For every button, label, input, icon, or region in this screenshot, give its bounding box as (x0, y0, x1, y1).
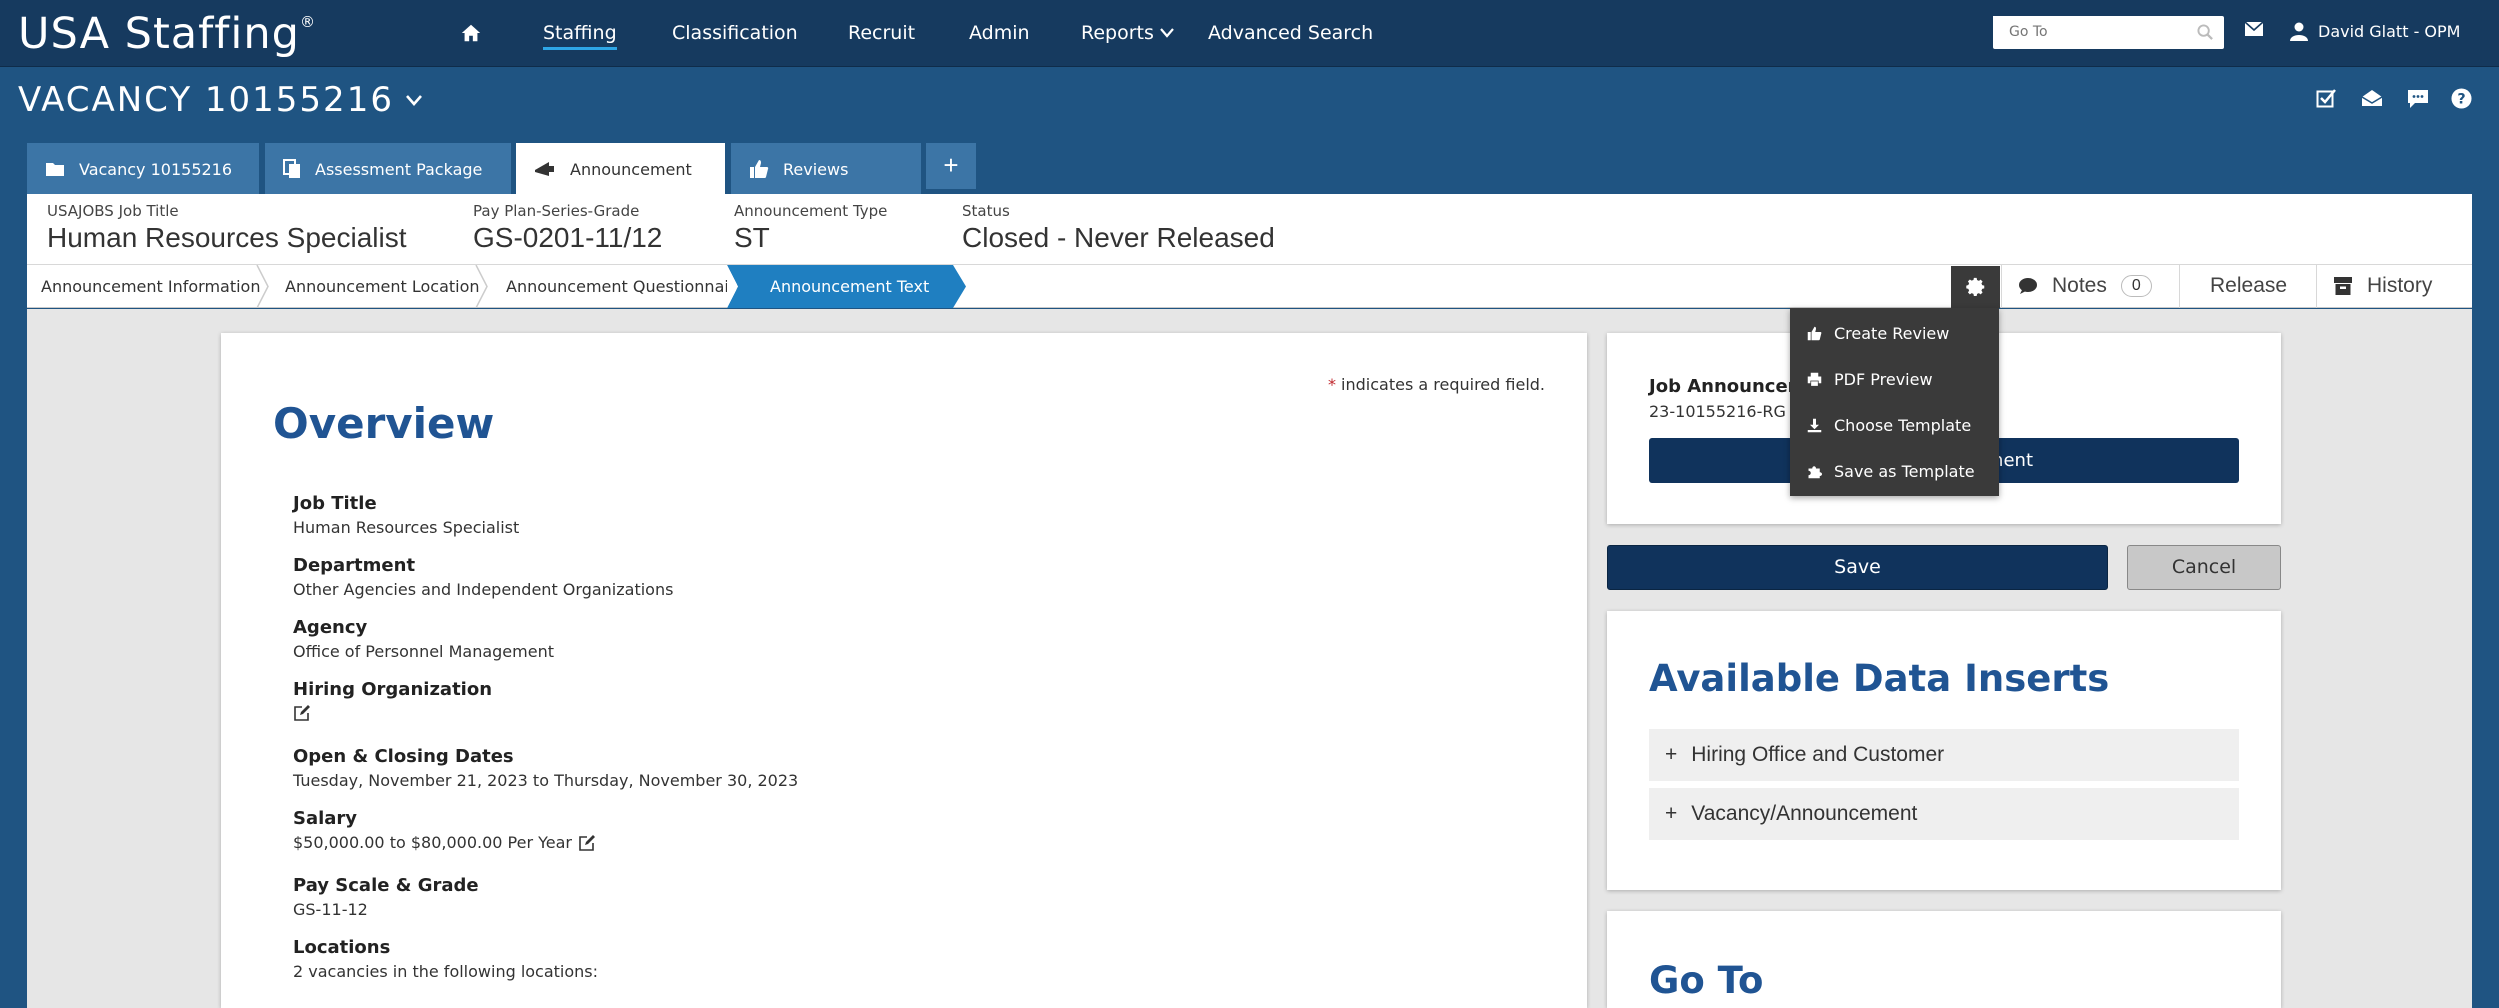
download-icon (1807, 418, 1822, 433)
home-icon[interactable] (460, 22, 482, 44)
comment-icon (2018, 277, 2038, 295)
announcement-type-field: Announcement Type ST (734, 202, 888, 253)
overview-title: Overview (273, 399, 495, 448)
required-note: * indicates a required field. (1327, 375, 1545, 394)
field-job-title: Job Title Human Resources Specialist (293, 493, 520, 537)
chat-icon[interactable] (2407, 89, 2429, 109)
history-button[interactable]: History (2316, 264, 2472, 308)
field-pay-scale-grade: Pay Scale & Grade GS-11-12 (293, 875, 479, 919)
nav-advanced-search[interactable]: Advanced Search (1208, 22, 1373, 44)
top-nav: USA Staffing® Staffing Classification Re… (0, 0, 2499, 67)
chevron-right-icon (475, 265, 488, 308)
user-name: David Glatt - OPM (2318, 22, 2461, 41)
gear-icon (1965, 276, 1987, 298)
tab-assessment-package[interactable]: Assessment Package (265, 143, 511, 195)
goto-input[interactable] (1993, 16, 2183, 47)
tab-vacancy[interactable]: Vacancy 10155216 (27, 143, 259, 195)
overview-card: * indicates a required field. Overview J… (221, 333, 1587, 1008)
menu-choose-template[interactable]: Choose Template (1807, 413, 1971, 437)
data-insert-vacancy[interactable]: + Vacancy/Announcement (1649, 788, 2239, 840)
nav-reports[interactable]: Reports (1081, 22, 1154, 44)
breadcrumb-announcement-text[interactable]: Announcement Text (740, 265, 953, 308)
user-icon (2290, 22, 2308, 41)
edit-icon[interactable] (578, 834, 596, 852)
documents-icon (283, 159, 301, 179)
notes-button[interactable]: Notes 0 (2001, 264, 2179, 308)
mail-icon[interactable] (2244, 21, 2264, 37)
chevron-right-icon (953, 265, 966, 308)
notes-count-badge: 0 (2120, 275, 2152, 297)
field-agency: Agency Office of Personnel Management (293, 617, 554, 661)
goto-search[interactable] (1993, 16, 2224, 49)
settings-button[interactable] (1951, 266, 2000, 308)
job-announcement-number: 23-10155216-RG (1649, 402, 1786, 421)
chevron-down-icon[interactable] (1160, 28, 1174, 38)
data-insert-hiring-office[interactable]: + Hiring Office and Customer (1649, 729, 2239, 781)
nav-staffing[interactable]: Staffing (543, 22, 617, 50)
goto-card: Go To (1607, 911, 2281, 1008)
data-inserts-title: Available Data Inserts (1649, 657, 2110, 700)
field-department: Department Other Agencies and Independen… (293, 555, 674, 599)
nav-classification[interactable]: Classification (672, 22, 798, 44)
chevron-right-icon (727, 265, 741, 308)
add-tab-button[interactable]: + (926, 143, 976, 189)
save-button[interactable]: Save (1607, 545, 2108, 590)
svg-text:?: ? (2457, 91, 2465, 107)
field-locations: Locations 2 vacancies in the following l… (293, 937, 599, 981)
search-icon[interactable] (2197, 24, 2214, 41)
plus-icon: + (1665, 743, 1678, 766)
menu-save-as-template[interactable]: Save as Template (1807, 459, 1975, 483)
puzzle-icon (1807, 464, 1822, 479)
nav-recruit[interactable]: Recruit (848, 22, 915, 44)
data-inserts-card: Available Data Inserts + Hiring Office an… (1607, 611, 2281, 890)
tab-announcement[interactable]: Announcement (516, 143, 725, 195)
folder-icon (45, 161, 65, 177)
plus-icon: + (1665, 802, 1678, 825)
status-field: Status Closed - Never Released (962, 202, 1275, 253)
tab-reviews[interactable]: Reviews (731, 143, 921, 195)
breadcrumb-announcement-location[interactable]: Announcement Location (285, 265, 480, 308)
grade-field: Pay Plan-Series-Grade GS-0201-11/12 (473, 202, 663, 253)
field-hiring-organization: Hiring Organization (293, 679, 492, 722)
field-salary: Salary $50,000.00 to $80,000.00 Per Year (293, 808, 596, 852)
vacancy-info: USAJOBS Job Title Human Resources Specia… (27, 194, 2472, 264)
job-announcement-label: Job Announcem (1649, 376, 1807, 397)
settings-menu: Create Review PDF Preview Choose Templat… (1790, 308, 1999, 496)
help-icon[interactable]: ? (2451, 88, 2472, 109)
inbox-icon[interactable] (2361, 89, 2383, 107)
checkbox-icon[interactable] (2316, 88, 2336, 108)
job-title-field: USAJOBS Job Title Human Resources Specia… (47, 202, 407, 253)
thumbs-up-icon (749, 159, 769, 179)
usa-staffing-logo[interactable]: USA Staffing® (18, 9, 316, 59)
release-button[interactable]: Release (2179, 264, 2316, 308)
nav-admin[interactable]: Admin (969, 22, 1030, 44)
cancel-button[interactable]: Cancel (2127, 545, 2281, 590)
thumbs-up-icon (1807, 326, 1822, 341)
goto-title: Go To (1649, 959, 1764, 1002)
vacancy-title[interactable]: VACANCY 10155216 (18, 80, 422, 120)
archive-icon (2333, 276, 2353, 296)
breadcrumb-announcement-questionnaire[interactable]: Announcement Questionnaire (506, 265, 745, 308)
chevron-down-icon[interactable] (405, 94, 422, 106)
field-open-closing-dates: Open & Closing Dates Tuesday, November 2… (293, 746, 799, 790)
edit-icon[interactable] (293, 704, 311, 722)
breadcrumb-announcement-information[interactable]: Announcement Information (41, 265, 260, 308)
menu-create-review[interactable]: Create Review (1807, 321, 1949, 345)
printer-icon (1807, 372, 1822, 387)
chevron-right-icon (256, 265, 269, 308)
user-menu[interactable]: David Glatt - OPM (2290, 22, 2460, 41)
menu-pdf-preview[interactable]: PDF Preview (1807, 367, 1933, 391)
megaphone-icon (534, 160, 556, 178)
